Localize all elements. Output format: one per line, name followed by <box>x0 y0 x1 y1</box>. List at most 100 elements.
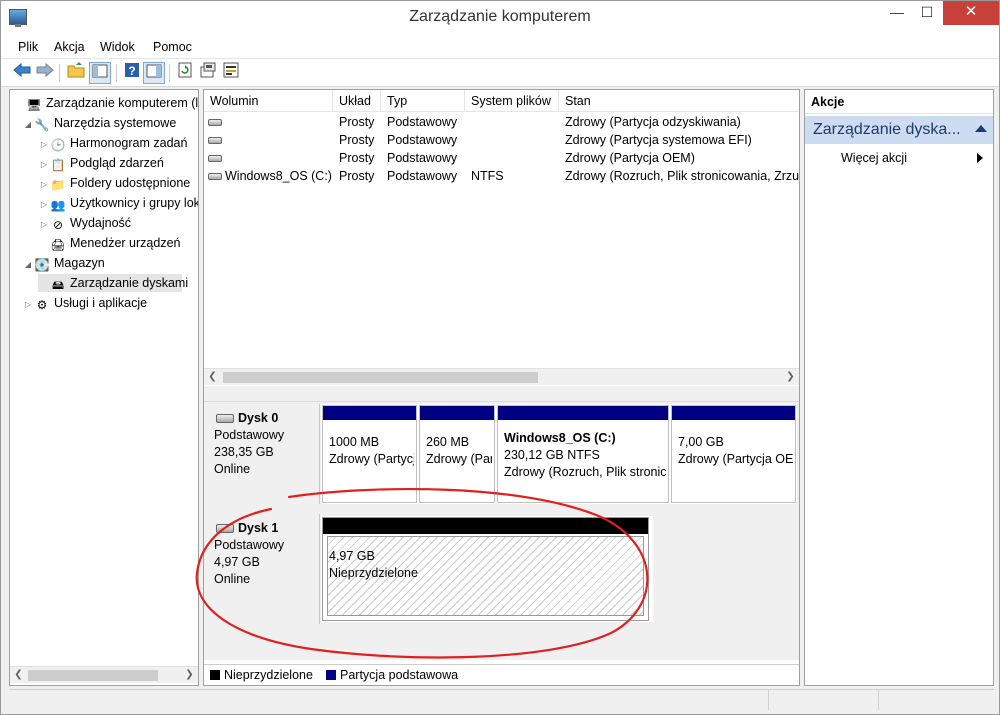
svg-text:?: ? <box>128 64 135 78</box>
tree-item[interactable]: ▷ 🕒 Harmonogram zadań <box>38 134 188 154</box>
tree-horizontal-scrollbar[interactable]: ❮ ❯ <box>10 666 198 683</box>
cell-text: Prosty <box>339 151 375 165</box>
scrollbar-thumb[interactable] <box>28 670 158 681</box>
tree-node-icon: 📋 <box>50 158 66 172</box>
tree-node-icon: ⊘ <box>52 218 64 232</box>
maximize-button[interactable]: ☐ <box>913 1 941 25</box>
menu-bar: Plik Akcja Widok Pomoc <box>1 35 999 59</box>
tree-item[interactable]: 🖨 Menedżer urządzeń <box>38 234 180 252</box>
table-cell <box>208 113 333 131</box>
menu-help[interactable]: Pomoc <box>153 40 192 54</box>
tree-item-label: Magazyn <box>54 256 105 270</box>
disk-0-size: 238,35 GB <box>214 445 274 459</box>
scroll-right-icon[interactable]: ❯ <box>181 667 198 684</box>
close-button[interactable]: ✕ <box>943 1 999 25</box>
partition-bar <box>420 406 494 420</box>
tree-expand-arrow-icon[interactable]: ▷ <box>38 216 50 234</box>
cell-text: Podstawowy <box>387 169 458 183</box>
more-actions-item[interactable]: Więcej akcji <box>841 148 991 168</box>
tree-node-icon: 🖴 <box>51 278 65 292</box>
help-icon[interactable]: ? <box>121 62 143 84</box>
table-row[interactable]: Windows8_OS (C:) Prosty Podstawowy NTFS Zdro… <box>204 167 799 185</box>
table-cell: Zdrowy (Partycja systemowa EFI) <box>565 131 799 149</box>
cell-text: Zdrowy (Partycja OEM) <box>565 151 695 165</box>
tree-item[interactable]: 🖥 Zarządzanie komputerem (lokalne) <box>14 94 198 112</box>
disk-1-label[interactable]: Dysk 1 Podstawowy 4,97 GB Online <box>206 514 320 624</box>
minimize-button[interactable]: — <box>883 1 911 25</box>
scrollbar-thumb[interactable] <box>223 372 538 383</box>
tree-node-icon: 🕒 <box>50 138 66 152</box>
tree-item[interactable]: ◢ 🔧 Narzędzia systemowe <box>22 114 176 132</box>
tree-expand-arrow-icon[interactable]: ◢ <box>22 256 34 274</box>
scroll-left-icon[interactable]: ❮ <box>10 667 27 684</box>
tree-expand-arrow-icon[interactable]: ▷ <box>38 176 50 194</box>
column-type[interactable]: Typ <box>381 90 465 112</box>
tree-item-label: Usługi i aplikacje <box>54 296 148 310</box>
disk-0-label[interactable]: Dysk 0 Podstawowy 238,35 GB Online <box>206 404 320 504</box>
tree-item-label: Użytkownicy i grupy lokalne <box>70 196 198 210</box>
tree-expand-arrow-icon[interactable]: ◢ <box>22 116 34 134</box>
main-window: Zarządzanie komputerem — ☐ ✕ Plik Akcja … <box>0 0 1000 715</box>
table-cell: Windows8_OS (C:) <box>208 167 333 185</box>
scroll-left-icon[interactable]: ❮ <box>204 369 221 386</box>
disk-1-type: Podstawowy <box>214 538 285 552</box>
table-cell: Zdrowy (Partycja OEM) <box>565 149 799 167</box>
tree-expand-arrow-icon[interactable]: ▷ <box>38 156 50 174</box>
table-row[interactable]: Prosty Podstawowy Zdrowy (Partycja OEM) <box>204 149 799 167</box>
tree-item[interactable]: ▷ 📋 Podgląd zdarzeń <box>38 154 164 172</box>
tree-expand-arrow-icon[interactable]: ▷ <box>22 296 34 314</box>
disk-1-unallocated-space[interactable]: 4,97 GB Nieprzydzielone <box>322 517 649 621</box>
table-cell: Prosty <box>339 167 385 185</box>
scroll-right-icon[interactable]: ❯ <box>782 369 799 386</box>
disk-0-partition-efi[interactable]: 260 MB Zdrowy (Partycja systemowa EFI) <box>419 405 495 503</box>
pane-splitter[interactable] <box>204 386 799 402</box>
tree-item[interactable]: ▷ ⚙ Usługi i aplikacje <box>22 294 147 312</box>
show-hide-tree-icon[interactable] <box>89 62 111 84</box>
collapse-caret-icon[interactable] <box>975 125 987 132</box>
table-cell: Podstawowy <box>387 149 469 167</box>
actions-section-disk-management[interactable]: Zarządzanie dyska... <box>805 116 993 144</box>
menu-action[interactable]: Akcja <box>54 40 85 54</box>
disk-management-icon[interactable] <box>220 62 242 84</box>
table-cell: Zdrowy (Partycja odzyskiwania) <box>565 113 799 131</box>
disk-0-partition-recovery[interactable]: 1000 MB Zdrowy (Partycja odzyskiwania) <box>322 405 417 503</box>
cell-text: Prosty <box>339 115 375 129</box>
tree-item[interactable]: ▷ 📁 Foldery udostępnione <box>38 174 190 192</box>
cell-text: Zdrowy (Rozruch, Plik stronicowania, Zrz… <box>565 169 799 183</box>
forward-arrow-icon[interactable] <box>34 62 56 84</box>
disk-0-partition-windows[interactable]: Windows8_OS (C:) 230,12 GB NTFS Zdrowy (… <box>497 405 669 503</box>
navigation-tree-pane: 🖥Zarządzanie komputerem (lokalne) ◢🔧Narzę… <box>9 89 199 686</box>
menu-view[interactable]: Widok <box>100 40 135 54</box>
table-row[interactable]: Prosty Podstawowy Zdrowy (Partycja systemo… <box>204 131 799 149</box>
volume-list-horizontal-scrollbar[interactable]: ❮ ❯ <box>204 368 799 385</box>
column-layout[interactable]: Układ <box>333 90 381 112</box>
partition-title: Windows8_OS (C:) <box>504 431 616 445</box>
tree-item[interactable]: ▷ ⊘ Wydajność <box>38 214 131 232</box>
tree-item[interactable]: 🖴 Zarządzanie dyskami <box>38 274 188 292</box>
cell-text: Podstawowy <box>387 133 458 147</box>
column-volume[interactable]: Wolumin <box>204 90 333 112</box>
refresh-icon[interactable] <box>174 62 196 84</box>
disk-0-status: Online <box>214 462 251 476</box>
back-arrow-icon[interactable] <box>11 62 33 84</box>
column-status[interactable]: Stan <box>559 90 799 112</box>
tree-item[interactable]: ◢ 💽 Magazyn <box>22 254 105 272</box>
table-cell <box>471 149 561 167</box>
legend-label: Nieprzydzielone <box>224 668 313 682</box>
title-bar[interactable]: Zarządzanie komputerem — ☐ ✕ <box>1 1 999 35</box>
disk-0-partition-oem[interactable]: 7,00 GB Zdrowy (Partycja OEM) <box>671 405 796 503</box>
menu-file[interactable]: Plik <box>18 40 38 54</box>
properties-icon[interactable] <box>143 62 165 84</box>
tree-node-icon: 📁 <box>50 178 66 192</box>
legend-swatch <box>210 670 220 680</box>
table-cell <box>471 131 561 149</box>
column-file-system[interactable]: System plików <box>465 90 559 112</box>
tree-expand-arrow-icon[interactable]: ▷ <box>38 196 50 214</box>
tree-expand-arrow-icon[interactable]: ▷ <box>38 136 50 154</box>
tree-item[interactable]: ▷👥 Użytkownicy i grupy lokalne <box>38 194 198 212</box>
cell-text: Prosty <box>339 133 375 147</box>
settings-icon[interactable] <box>197 62 219 84</box>
up-folder-icon[interactable] <box>65 62 87 84</box>
table-cell: Podstawowy <box>387 113 469 131</box>
table-row[interactable]: Prosty Podstawowy Zdrowy (Partycja odzyski… <box>204 113 799 131</box>
